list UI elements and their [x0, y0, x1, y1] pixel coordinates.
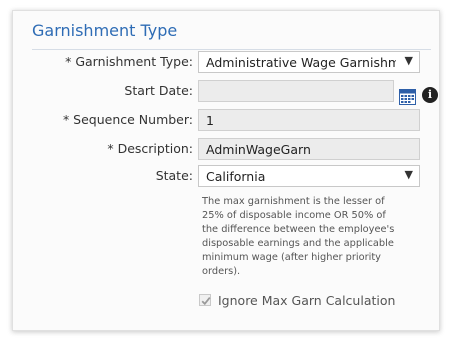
garnishment-type-label: * Garnishment Type:	[65, 54, 193, 69]
calendar-icon[interactable]	[399, 89, 416, 105]
description-label: * Description:	[107, 141, 193, 156]
garnishment-type-select[interactable]: Administrative Wage Garnishment ▼	[198, 51, 420, 73]
description-field[interactable]: AdminWageGarn	[198, 138, 420, 160]
checkmark-icon	[201, 297, 211, 306]
state-select[interactable]: California ▼	[198, 165, 420, 187]
state-label: State:	[155, 168, 193, 183]
max-garnishment-note: The max garnishment is the lesser of 25%…	[202, 196, 395, 277]
start-date-label: Start Date:	[124, 83, 193, 98]
section-title: Garnishment Type	[32, 21, 178, 40]
ignore-max-garn-checkbox[interactable]	[199, 294, 211, 306]
garnishment-type-value: Administrative Wage Garnishment	[206, 55, 396, 70]
ignore-max-garn-label: Ignore Max Garn Calculation	[218, 293, 396, 308]
title-divider	[32, 49, 431, 50]
state-value: California	[206, 169, 266, 184]
chevron-down-icon: ▼	[404, 54, 413, 67]
garnishment-type-panel: Garnishment Type * Garnishment Type: Adm…	[12, 10, 440, 331]
info-icon[interactable]: i	[422, 87, 438, 103]
sequence-number-label: * Sequence Number:	[62, 112, 193, 127]
chevron-down-icon: ▼	[404, 168, 413, 181]
start-date-field[interactable]	[198, 80, 394, 102]
sequence-number-field[interactable]: 1	[198, 109, 420, 131]
